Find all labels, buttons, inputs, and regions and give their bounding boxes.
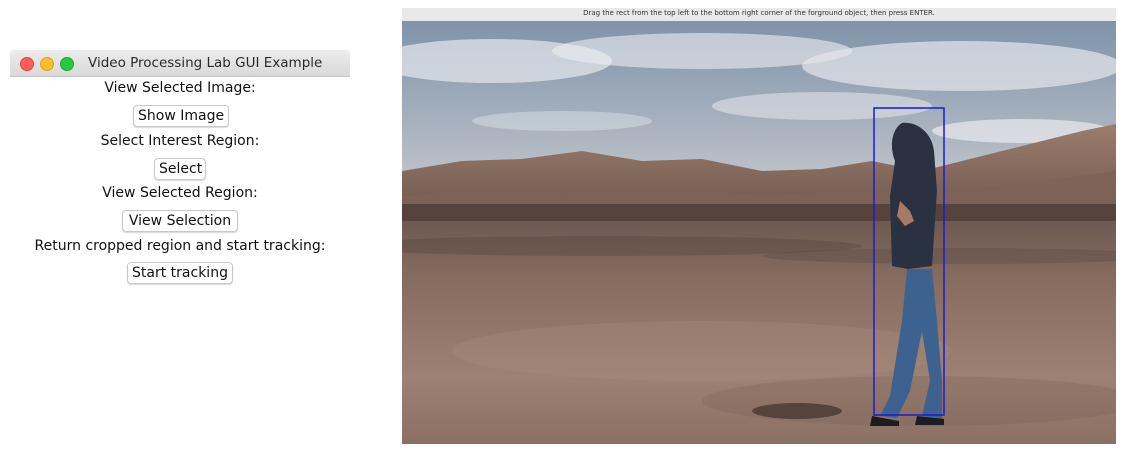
roi-window-titlebar[interactable]: Drag the rect from the top left to the b…	[402, 8, 1116, 22]
show-image-button[interactable]: Show Image	[133, 105, 229, 127]
view-selection-button[interactable]: View Selection	[122, 210, 238, 232]
start-tracking-label: Return cropped region and start tracking…	[34, 238, 326, 254]
maximize-icon[interactable]	[60, 57, 74, 71]
view-region-label: View Selected Region:	[102, 185, 258, 201]
roi-window: Drag the rect from the top left to the b…	[402, 8, 1116, 444]
control-window: Video Processing Lab GUI Example View Se…	[10, 50, 350, 310]
minimize-icon[interactable]	[40, 57, 54, 71]
select-region-label: Select Interest Region:	[100, 133, 260, 149]
video-frame[interactable]	[402, 21, 1116, 444]
view-image-label: View Selected Image:	[104, 80, 256, 96]
start-tracking-button[interactable]: Start tracking	[127, 262, 233, 284]
select-button[interactable]: Select	[154, 158, 206, 180]
control-window-titlebar[interactable]: Video Processing Lab GUI Example	[10, 50, 350, 77]
roi-instruction-text: Drag the rect from the top left to the b…	[583, 9, 935, 17]
desert-scene-image	[402, 21, 1116, 444]
close-icon[interactable]	[20, 57, 34, 71]
window-title: Video Processing Lab GUI Example	[88, 55, 323, 71]
